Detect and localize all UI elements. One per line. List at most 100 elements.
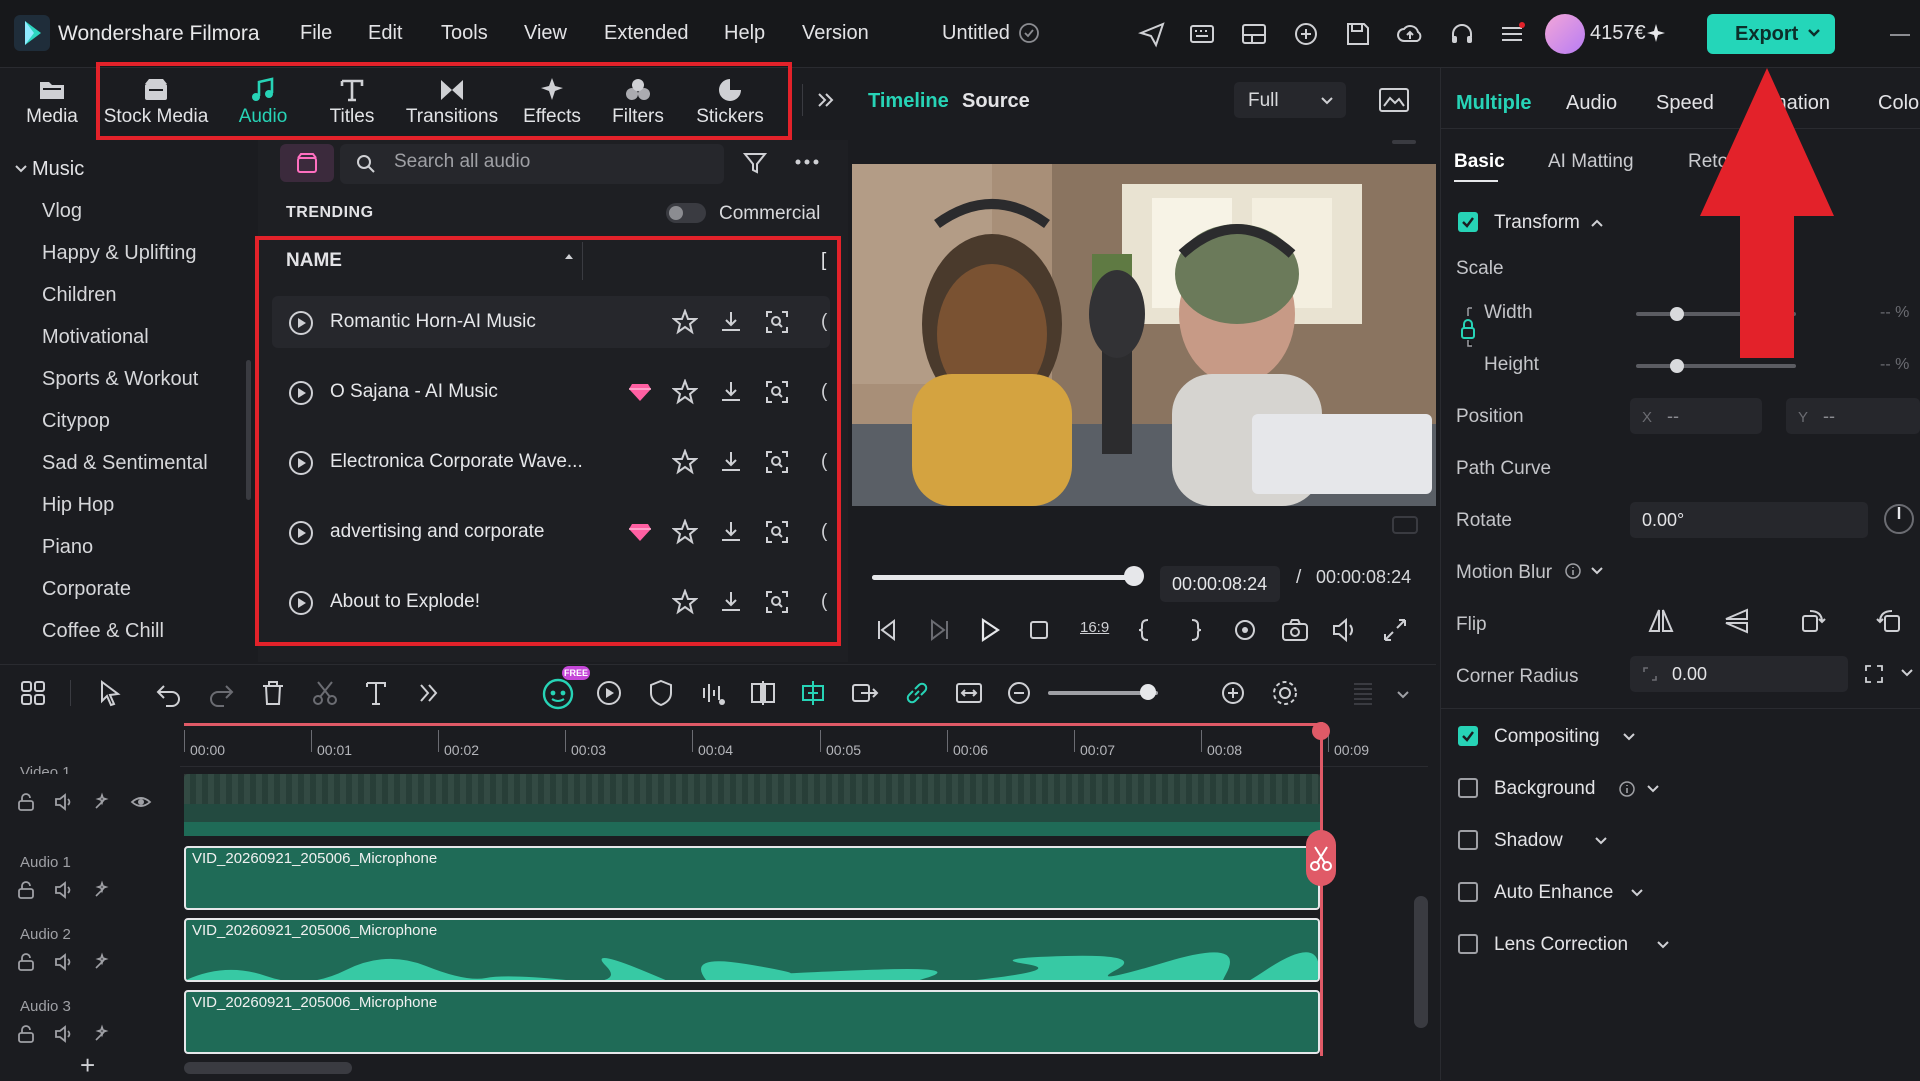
width-slider-knob[interactable] bbox=[1670, 307, 1684, 321]
cloud-upload-icon[interactable] bbox=[1396, 20, 1424, 48]
timeline-horizontal-scrollbar[interactable] bbox=[184, 1062, 352, 1074]
track-volume-icon[interactable] bbox=[54, 880, 74, 900]
expand-more-icon[interactable] bbox=[816, 90, 836, 110]
track-control[interactable] bbox=[54, 880, 74, 900]
height-slider-knob[interactable] bbox=[1670, 359, 1684, 373]
track-lock-icon[interactable] bbox=[16, 952, 36, 972]
current-time[interactable]: 00:00:08:24 bbox=[1160, 566, 1280, 602]
section-checkbox[interactable] bbox=[1458, 934, 1478, 954]
width-value[interactable]: -- % bbox=[1880, 304, 1909, 322]
volume-icon[interactable] bbox=[1330, 615, 1360, 645]
track-effect-icon[interactable] bbox=[92, 792, 112, 812]
redo-icon[interactable] bbox=[206, 678, 236, 708]
aspect-ratio-button[interactable]: 16:9 bbox=[1080, 619, 1109, 636]
transform-checkbox[interactable] bbox=[1458, 212, 1478, 232]
flip-vertical-icon[interactable] bbox=[1722, 606, 1752, 636]
video-preview[interactable] bbox=[852, 164, 1436, 506]
menu-help[interactable]: Help bbox=[724, 22, 765, 45]
track-control[interactable] bbox=[16, 792, 36, 812]
chevron-up-icon[interactable] bbox=[1590, 218, 1604, 228]
track-control[interactable] bbox=[92, 1024, 112, 1044]
section-checkbox[interactable] bbox=[1458, 882, 1478, 902]
audio-clip[interactable]: VID_20260921_205006_Microphone bbox=[184, 846, 1320, 910]
commercial-toggle[interactable] bbox=[666, 203, 706, 223]
track-control[interactable] bbox=[16, 952, 36, 972]
menu-tools[interactable]: Tools bbox=[441, 22, 488, 45]
sidebar-item-hip-hop[interactable]: Hip Hop bbox=[42, 494, 114, 517]
add-track-button[interactable]: + bbox=[80, 1050, 95, 1081]
section-checkbox[interactable] bbox=[1458, 726, 1478, 746]
track-control[interactable] bbox=[54, 952, 74, 972]
split-audio-icon[interactable] bbox=[748, 678, 778, 708]
more-tools-icon[interactable] bbox=[414, 678, 444, 708]
subtab-ai-matting[interactable]: AI Matting bbox=[1548, 151, 1634, 173]
layout-icon[interactable] bbox=[1240, 20, 1268, 48]
section-transform[interactable]: Transform bbox=[1494, 212, 1580, 234]
audio-clip[interactable]: VID_20260921_205006_Microphone bbox=[184, 918, 1320, 982]
render-settings-icon[interactable] bbox=[1230, 615, 1260, 645]
playback-scrubber[interactable] bbox=[1124, 566, 1144, 586]
zoom-in-icon[interactable] bbox=[1218, 678, 1248, 708]
chevron-down-icon[interactable] bbox=[14, 164, 28, 174]
section-expand[interactable] bbox=[1646, 784, 1660, 794]
info-icon[interactable] bbox=[1564, 562, 1582, 580]
track-control[interactable] bbox=[92, 880, 112, 900]
link-icon[interactable] bbox=[902, 678, 932, 708]
flip-horizontal-icon[interactable] bbox=[1646, 606, 1676, 636]
camera-snapshot-icon[interactable] bbox=[1280, 615, 1310, 645]
track-control[interactable] bbox=[92, 952, 112, 972]
height-slider[interactable] bbox=[1636, 364, 1796, 368]
timeline-vertical-scrollbar[interactable] bbox=[1414, 896, 1428, 1028]
position-x-field[interactable]: X -- bbox=[1630, 398, 1762, 434]
share-send-icon[interactable] bbox=[1138, 20, 1166, 48]
delete-icon[interactable] bbox=[258, 678, 288, 708]
preview-fit-button[interactable] bbox=[1392, 516, 1418, 534]
section-expand[interactable] bbox=[1594, 836, 1608, 846]
corner-radius-field[interactable]: 0.00 bbox=[1630, 656, 1848, 692]
tab-audio-props[interactable]: Audio bbox=[1566, 92, 1617, 115]
previous-frame-icon[interactable] bbox=[872, 615, 902, 645]
track-control[interactable] bbox=[16, 880, 36, 900]
track-effect-icon[interactable] bbox=[92, 1024, 112, 1044]
minimize-button[interactable] bbox=[1890, 34, 1910, 36]
track-effect-icon[interactable] bbox=[92, 952, 112, 972]
save-icon[interactable] bbox=[1344, 20, 1372, 48]
preview-quality-select[interactable]: Full bbox=[1234, 82, 1346, 118]
text-tool-icon[interactable] bbox=[362, 678, 392, 708]
menu-file[interactable]: File bbox=[300, 22, 332, 45]
sidebar-item-corporate[interactable]: Corporate bbox=[42, 578, 131, 601]
rotate-counterclockwise-icon[interactable] bbox=[1874, 606, 1904, 636]
background-info[interactable] bbox=[1618, 780, 1636, 798]
sidebar-item-happy-uplifting[interactable]: Happy & Uplifting bbox=[42, 242, 197, 265]
zoom-slider-knob[interactable] bbox=[1140, 684, 1156, 700]
sidebar-item-children[interactable]: Children bbox=[42, 284, 116, 307]
store-button[interactable] bbox=[280, 144, 334, 182]
sidebar-item-sad-sentimental[interactable]: Sad & Sentimental bbox=[42, 452, 208, 475]
height-value[interactable]: -- % bbox=[1880, 356, 1909, 374]
track-lock-icon[interactable] bbox=[16, 792, 36, 812]
chevron-down-icon[interactable] bbox=[1900, 668, 1914, 678]
section-label[interactable]: Background bbox=[1494, 778, 1595, 800]
speed-ramp-icon[interactable] bbox=[594, 678, 624, 708]
rotate-dial-icon[interactable] bbox=[1882, 502, 1916, 536]
cut-icon[interactable] bbox=[310, 678, 340, 708]
track-control[interactable] bbox=[54, 1024, 74, 1044]
menu-list-icon[interactable] bbox=[1498, 20, 1526, 48]
fit-timeline-icon[interactable] bbox=[954, 678, 984, 708]
next-frame-icon[interactable] bbox=[924, 615, 954, 645]
track-control[interactable] bbox=[54, 792, 74, 812]
section-label[interactable]: Compositing bbox=[1494, 726, 1600, 748]
avatar[interactable] bbox=[1545, 14, 1585, 54]
track-control[interactable] bbox=[130, 792, 152, 812]
sidebar-scrollbar[interactable] bbox=[246, 360, 251, 500]
sidebar-item-sports-workout[interactable]: Sports & Workout bbox=[42, 368, 198, 391]
section-expand[interactable] bbox=[1656, 940, 1670, 950]
section-checkbox[interactable] bbox=[1458, 778, 1478, 798]
tab-timeline[interactable]: Timeline bbox=[868, 90, 949, 113]
play-icon[interactable] bbox=[974, 615, 1004, 645]
track-effect-icon[interactable] bbox=[92, 880, 112, 900]
mask-shield-icon[interactable] bbox=[646, 678, 676, 708]
sidebar-item-vlog[interactable]: Vlog bbox=[42, 200, 82, 223]
track-lock-icon[interactable] bbox=[16, 880, 36, 900]
replace-clip-icon[interactable] bbox=[850, 678, 880, 708]
